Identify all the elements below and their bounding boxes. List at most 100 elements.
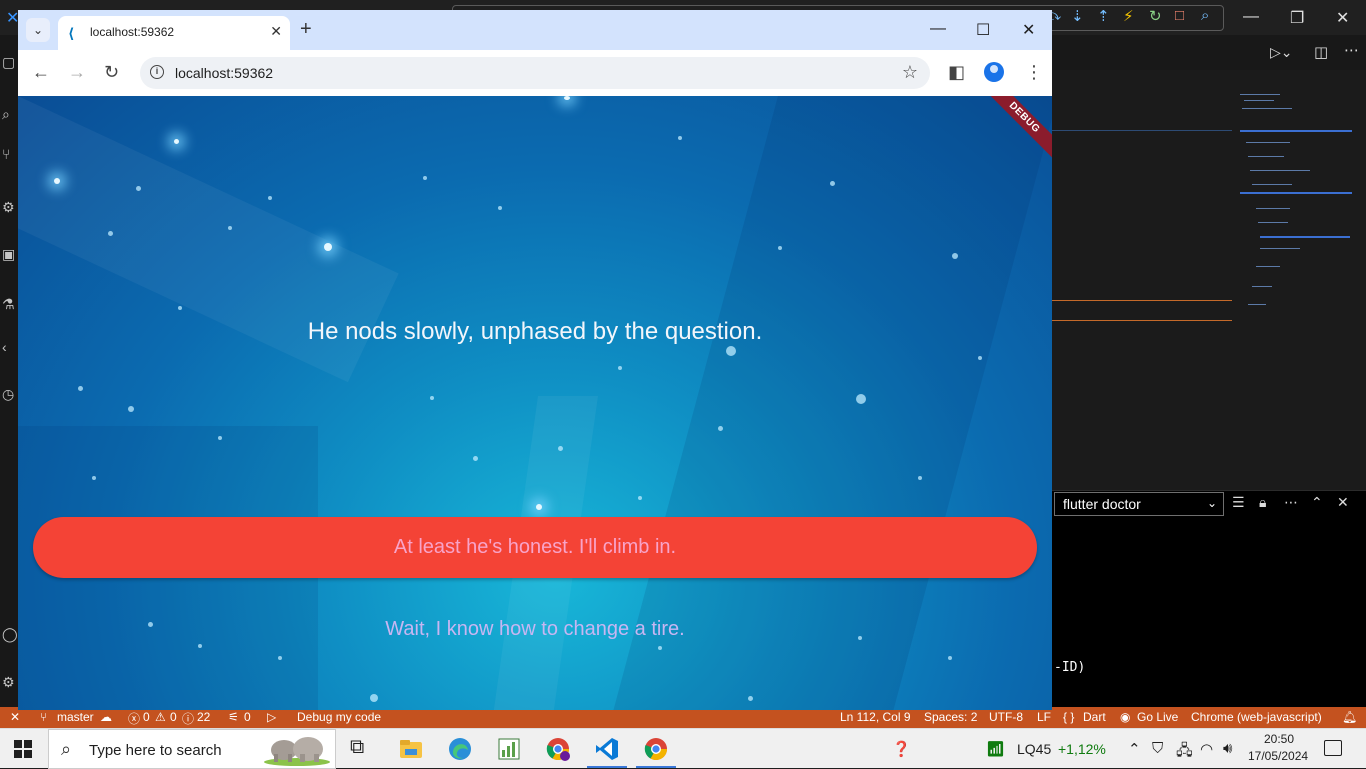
maximize-icon[interactable]: ☐: [976, 20, 990, 40]
remote-icon[interactable]: ✕: [10, 710, 20, 724]
hot-reload-icon[interactable]: ⚡: [1123, 7, 1134, 25]
inspect-icon[interactable]: ⌕: [1201, 7, 1209, 24]
editor-line-marker: [1052, 320, 1232, 321]
ports-count[interactable]: 0: [244, 710, 251, 724]
bookmark-star-icon[interactable]: ☆: [902, 62, 918, 83]
search-icon[interactable]: ⌕: [2, 107, 16, 121]
close-panel-icon[interactable]: ✕: [1337, 494, 1349, 511]
chrome-icon[interactable]: [643, 736, 669, 762]
go-live-button[interactable]: Go Live: [1137, 710, 1178, 724]
particle: [108, 231, 113, 236]
forward-icon[interactable]: →: [68, 63, 86, 81]
stop-icon[interactable]: □: [1175, 7, 1184, 24]
info-icon: ⓘ: [182, 712, 195, 726]
chrome-profile-icon[interactable]: [545, 736, 571, 762]
browser-tab[interactable]: ⟨ localhost:59362 ✕: [58, 16, 290, 50]
chevron-up-icon[interactable]: ⌃: [1128, 740, 1141, 758]
site-info-icon[interactable]: i: [150, 65, 164, 79]
clock-date[interactable]: 17/05/2024: [1248, 749, 1308, 763]
notifications-icon[interactable]: [1324, 740, 1342, 756]
particle: [473, 456, 478, 461]
particle: [218, 436, 222, 440]
tab-search-button[interactable]: ⌄: [26, 18, 50, 42]
account-icon[interactable]: ◯: [2, 627, 18, 641]
new-tab-icon[interactable]: +: [300, 19, 312, 39]
source-control-icon[interactable]: ⑂: [2, 147, 16, 161]
url-text[interactable]: localhost:59362: [175, 65, 273, 81]
clear-terminal-icon[interactable]: ☰: [1232, 494, 1245, 511]
testing-icon[interactable]: ⚗: [2, 297, 16, 311]
more-actions-icon[interactable]: ⋯: [1344, 41, 1359, 59]
extensions-icon[interactable]: ▣: [2, 247, 16, 261]
particle: [498, 206, 502, 210]
terminal-select-value: flutter doctor: [1063, 496, 1141, 512]
particle: [278, 656, 282, 660]
particle: [78, 386, 83, 391]
warning-icon: ⚠: [155, 710, 166, 724]
run-dart-icon[interactable]: ▷⌄: [1270, 44, 1293, 61]
task-view-icon[interactable]: ⧉: [350, 736, 376, 762]
notifications-icon[interactable]: 🔔︎: [1342, 710, 1357, 724]
minimize-icon[interactable]: —: [1243, 8, 1259, 26]
warning-count[interactable]: 0: [170, 710, 177, 724]
edge-icon[interactable]: [447, 736, 473, 762]
split-editor-icon[interactable]: ◫: [1314, 43, 1328, 61]
reload-icon[interactable]: ↻: [104, 63, 119, 81]
address-bar[interactable]: i localhost:59362 ☆: [140, 57, 930, 89]
kebab-menu-icon[interactable]: ⋮: [1025, 62, 1043, 83]
particle: [658, 646, 662, 650]
timeline-icon[interactable]: ◷: [2, 387, 16, 401]
stock-name[interactable]: LQ45: [1017, 741, 1051, 757]
stock-change[interactable]: +1,12%: [1058, 741, 1106, 757]
particle: [228, 226, 232, 230]
help-icon[interactable]: ❓: [892, 740, 911, 758]
end-of-line[interactable]: LF: [1037, 710, 1051, 724]
choice-button-secondary[interactable]: Wait, I know how to change a tire.: [18, 618, 1052, 641]
error-count[interactable]: 0: [143, 710, 150, 724]
info-count[interactable]: 22: [197, 710, 210, 724]
volume-icon[interactable]: 🔊︎: [1223, 740, 1232, 757]
sparkle: [536, 504, 542, 510]
language-mode[interactable]: Dart: [1083, 710, 1106, 724]
chart-app-icon[interactable]: [496, 736, 522, 762]
manage-gear-icon[interactable]: ⚙: [2, 675, 16, 689]
side-panel-icon[interactable]: ◧: [948, 62, 965, 83]
device-selector[interactable]: Chrome (web-javascript): [1191, 710, 1322, 724]
remote-icon[interactable]: ‹: [2, 340, 16, 354]
file-explorer-icon[interactable]: [398, 736, 424, 762]
narration-text: He nods slowly, unphased by the question…: [307, 318, 763, 345]
choice-button-primary[interactable]: At least he's honest. I'll climb in.: [33, 517, 1037, 578]
debug-config[interactable]: Debug my code: [297, 710, 381, 724]
lock-icon[interactable]: 🔒︎: [1259, 494, 1266, 511]
more-icon[interactable]: ⋯: [1284, 494, 1298, 511]
vscode-icon[interactable]: [594, 736, 620, 762]
restore-icon[interactable]: ❐: [1290, 8, 1304, 28]
clock-time[interactable]: 20:50: [1264, 732, 1294, 746]
encoding[interactable]: UTF-8: [989, 710, 1023, 724]
step-into-icon[interactable]: ⇣: [1071, 7, 1084, 25]
wifi-icon[interactable]: ◠: [1200, 740, 1213, 758]
minimize-icon[interactable]: —: [930, 20, 946, 38]
close-icon[interactable]: ✕: [1336, 8, 1349, 28]
step-out-icon[interactable]: ⇡: [1097, 7, 1110, 25]
explorer-icon[interactable]: ▢: [2, 55, 16, 69]
network-icon[interactable]: 🖧︎: [1176, 740, 1193, 765]
sync-icon[interactable]: ☁: [100, 710, 112, 724]
terminal-panel[interactable]: [1052, 490, 1366, 707]
branch-name[interactable]: master: [57, 710, 94, 724]
profile-icon[interactable]: [984, 62, 1004, 82]
particle: [268, 196, 272, 200]
restart-icon[interactable]: ↻: [1149, 7, 1162, 25]
windows-start-icon[interactable]: [14, 740, 32, 758]
tab-close-icon[interactable]: ✕: [270, 23, 282, 40]
indentation[interactable]: Spaces: 2: [924, 710, 977, 724]
cursor-position[interactable]: Ln 112, Col 9: [840, 710, 911, 724]
maximize-panel-icon[interactable]: ⌃: [1311, 494, 1323, 511]
minimap[interactable]: [1238, 90, 1352, 330]
close-window-icon[interactable]: ✕: [1022, 20, 1035, 40]
terminal-select[interactable]: flutter doctor ⌄: [1054, 492, 1224, 516]
back-icon[interactable]: ←: [32, 63, 50, 81]
run-debug-icon[interactable]: ⚙: [2, 200, 16, 214]
security-icon[interactable]: ⛉: [1152, 740, 1163, 757]
tab-title: localhost:59362: [90, 25, 175, 39]
